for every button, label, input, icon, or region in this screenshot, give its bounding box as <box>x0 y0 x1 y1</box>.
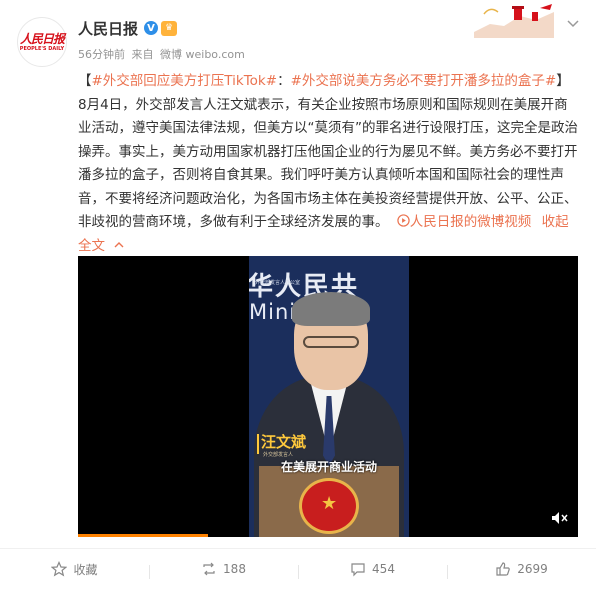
like-count: 2699 <box>517 562 548 576</box>
repost-count: 188 <box>223 562 246 576</box>
national-emblem-icon: ★ <box>299 478 359 534</box>
avatar-logo-text: 人民日报 <box>19 32 65 46</box>
speaker-title-tag: 外交部发言人 <box>263 452 294 458</box>
like-button[interactable]: 2699 <box>447 561 596 579</box>
hashtag-pandora[interactable]: #外交部说美方务必不要打开潘多拉的盒子# <box>291 73 557 89</box>
comment-icon <box>351 563 365 577</box>
favorite-label: 收藏 <box>73 562 98 577</box>
video-watermark: 外交部发言人办公室 <box>255 280 301 286</box>
post-source: 微博 weibo.com <box>160 48 245 61</box>
speaker-name-tag: 汪文斌 <box>261 433 307 451</box>
verified-icon: V <box>144 21 159 35</box>
avatar[interactable]: 人民日报 PEOPLE'S DAILY <box>17 17 67 67</box>
author-row: 人民日报 V ♛ <box>78 17 178 39</box>
post-meta: 56分钟前 来自 微博 weibo.com <box>78 46 248 62</box>
thumb-up-icon <box>496 562 510 576</box>
comment-button[interactable]: 454 <box>298 561 447 579</box>
video-subtitle: 在美展开商业活动 <box>280 460 377 474</box>
post-body: 8月4日，外交部发言人汪文斌表示，有关企业按照市场原则和国际规则在美展开商业活动… <box>78 96 578 231</box>
speaker-glasses <box>303 336 359 348</box>
video-frame: 华人民共 外交部发言人办公室 Minist ★ 汪文斌 外交部发言人 在美展开商… <box>249 256 409 537</box>
video-player[interactable]: 华人民共 外交部发言人办公室 Minist ★ 汪文斌 外交部发言人 在美展开商… <box>78 256 578 537</box>
chevron-down-icon[interactable] <box>566 16 580 30</box>
star-icon <box>51 561 68 577</box>
speaker-hair <box>292 292 370 326</box>
comment-count: 454 <box>372 562 395 576</box>
author-name[interactable]: 人民日报 <box>78 18 138 39</box>
video-link[interactable]: 人民日报的微博视频 <box>410 214 532 230</box>
post-content: 【#外交部回应美方打压TikTok#：#外交部说美方务必不要打开潘多拉的盒子#】… <box>78 70 578 258</box>
video-progress-bar[interactable] <box>78 534 208 537</box>
name-tag-bar <box>257 434 259 454</box>
colon-separator: ： <box>277 73 291 89</box>
repost-icon <box>203 562 215 576</box>
great-wall-banner-icon <box>470 2 558 38</box>
action-bar: 收藏 188 454 2699 <box>0 548 596 589</box>
chevron-up-icon[interactable] <box>113 240 125 250</box>
bracket-close: 】 <box>556 73 570 89</box>
mute-icon[interactable] <box>550 509 568 527</box>
weibo-post-card: 人民日报 PEOPLE'S DAILY 人民日报 V ♛ 56分钟前 来自 微博… <box>0 0 596 588</box>
hashtag-tiktok[interactable]: #外交部回应美方打压TikTok# <box>92 73 278 89</box>
repost-button[interactable]: 188 <box>149 561 298 579</box>
bracket-open: 【 <box>78 73 92 89</box>
member-badge-icon[interactable]: ♛ <box>161 20 178 36</box>
source-prefix: 来自 <box>131 48 154 61</box>
favorite-button[interactable]: 收藏 <box>0 561 149 578</box>
post-time[interactable]: 56分钟前 <box>78 48 125 61</box>
play-circle-icon[interactable] <box>397 214 410 227</box>
avatar-logo-en: PEOPLE'S DAILY <box>19 46 65 52</box>
